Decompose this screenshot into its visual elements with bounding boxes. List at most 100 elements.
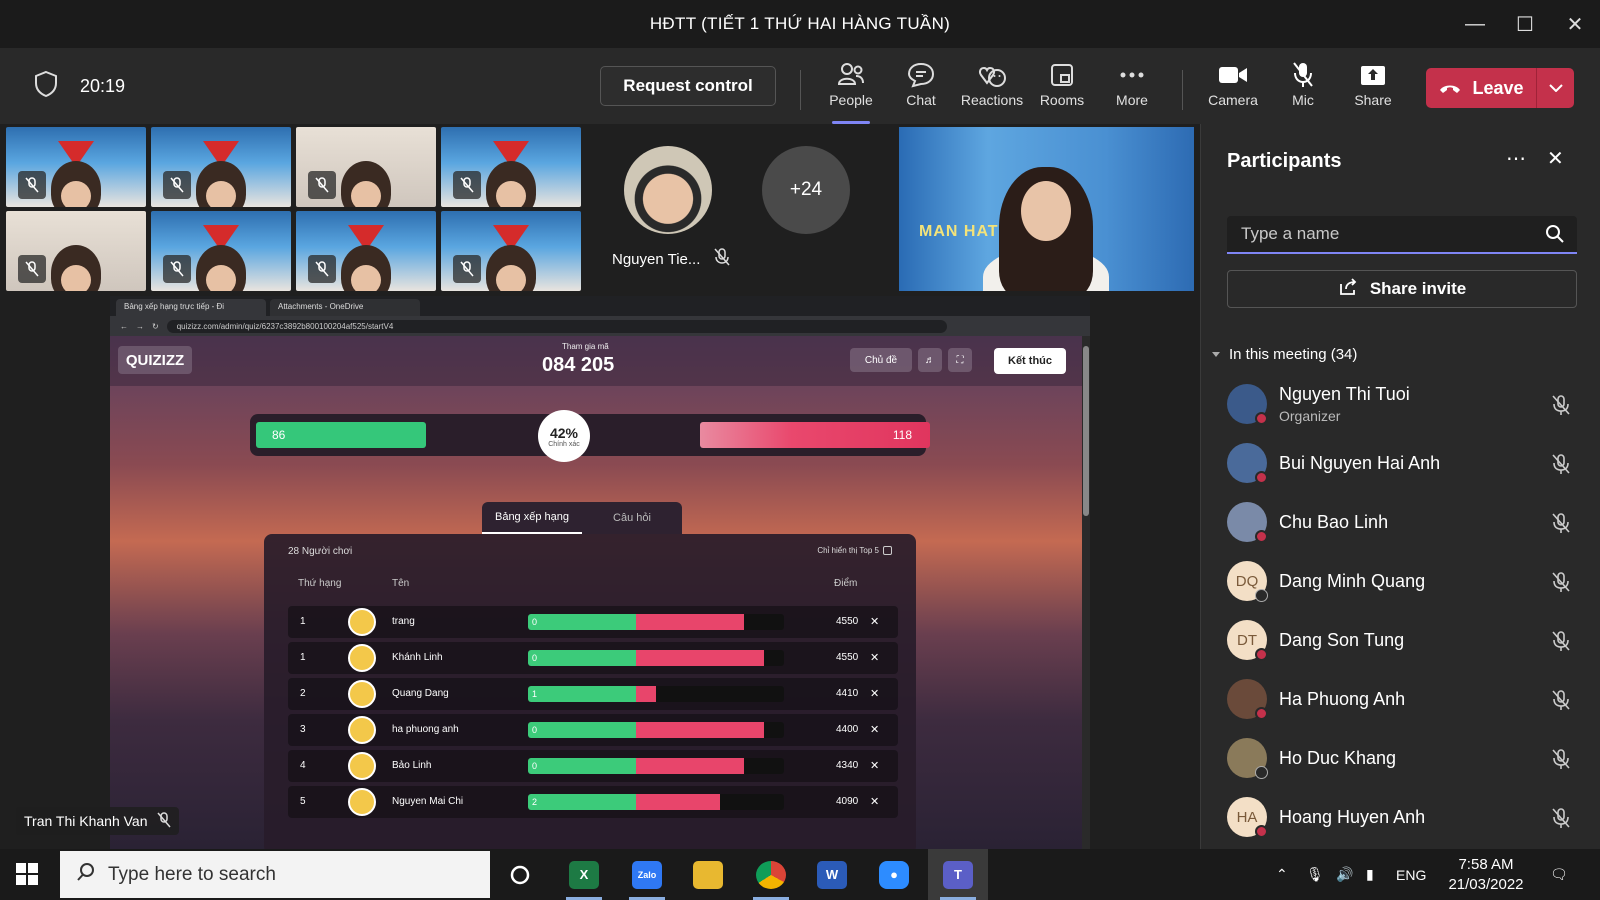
top5-toggle[interactable]: Chỉ hiển thị Top 5 bbox=[817, 546, 892, 555]
remove-player-icon[interactable]: ✕ bbox=[870, 651, 879, 664]
close-window-icon[interactable]: ✕ bbox=[1550, 0, 1600, 48]
in-meeting-section[interactable]: In this meeting (34) bbox=[1211, 346, 1357, 363]
taskbar-search[interactable] bbox=[60, 851, 490, 898]
participant-search[interactable] bbox=[1227, 216, 1577, 254]
close-icon[interactable]: ✕ bbox=[1547, 146, 1564, 171]
mic-button[interactable]: Mic bbox=[1270, 60, 1336, 116]
more-options-icon[interactable]: ⋯ bbox=[1506, 146, 1526, 171]
end-quiz-button[interactable]: Kết thúc bbox=[994, 348, 1066, 374]
theme-button[interactable]: Chủ đề bbox=[850, 348, 912, 372]
table-row[interactable]: 4 Bảo Linh 0 4340 ✕ bbox=[288, 750, 898, 782]
file-explorer-icon[interactable] bbox=[678, 849, 738, 900]
zoom-icon[interactable]: ● bbox=[864, 849, 924, 900]
table-row[interactable]: 2 Quang Dang 1 4410 ✕ bbox=[288, 678, 898, 710]
mic-off-icon bbox=[308, 255, 336, 283]
participant-item[interactable]: DT Dang Son Tung bbox=[1227, 612, 1577, 668]
forward-icon[interactable]: → bbox=[136, 322, 144, 331]
video-tile[interactable] bbox=[6, 211, 146, 291]
player-score: 4090 bbox=[836, 796, 859, 807]
video-tile[interactable] bbox=[6, 127, 146, 207]
volume-icon[interactable]: ♬ bbox=[918, 348, 942, 372]
participant-item[interactable]: Nguyen Thi Tuoi Organizer bbox=[1227, 376, 1577, 432]
player-progress-bar: 0 bbox=[528, 758, 784, 774]
request-control-button[interactable]: Request control bbox=[600, 66, 776, 106]
leave-main[interactable]: Leave bbox=[1426, 78, 1536, 99]
tab-leaderboard[interactable]: Bảng xếp hạng bbox=[482, 502, 582, 534]
tab-questions[interactable]: Câu hỏi bbox=[582, 502, 682, 534]
chrome-icon[interactable] bbox=[741, 849, 801, 900]
participant-item[interactable]: Bui Nguyen Hai Anh bbox=[1227, 435, 1577, 491]
reload-icon[interactable]: ↻ bbox=[152, 322, 159, 331]
participant-item[interactable]: Chu Bao Linh bbox=[1227, 494, 1577, 550]
remove-player-icon[interactable]: ✕ bbox=[870, 795, 879, 808]
fullscreen-icon[interactable]: ⛶ bbox=[948, 348, 972, 372]
remove-player-icon[interactable]: ✕ bbox=[870, 615, 879, 628]
reactions-button[interactable]: Reactions bbox=[959, 60, 1025, 116]
browser-tab[interactable]: Bảng xếp hạng trực tiếp - Đi bbox=[116, 299, 266, 316]
search-icon bbox=[76, 862, 96, 888]
participant-item[interactable]: DQ Dang Minh Quang bbox=[1227, 553, 1577, 609]
people-button[interactable]: People bbox=[818, 60, 884, 124]
table-row[interactable]: 3 ha phuong anh 0 4400 ✕ bbox=[288, 714, 898, 746]
camera-label: Camera bbox=[1208, 92, 1258, 108]
scroll-thumb[interactable] bbox=[1083, 346, 1089, 516]
word-icon[interactable]: W bbox=[802, 849, 862, 900]
teams-icon[interactable]: T bbox=[928, 849, 988, 900]
windows-start-icon[interactable] bbox=[16, 863, 38, 890]
microphone-tray-icon[interactable]: 🎙 bbox=[1306, 849, 1324, 900]
hangup-icon bbox=[1438, 78, 1462, 99]
participant-item[interactable]: Ho Duc Khang bbox=[1227, 730, 1577, 786]
video-tile[interactable] bbox=[151, 211, 291, 291]
checkbox-icon[interactable] bbox=[883, 546, 892, 555]
browser-scrollbar[interactable] bbox=[1082, 336, 1090, 849]
video-tile[interactable] bbox=[441, 211, 581, 291]
participant-item[interactable]: HA Hoang Huyen Anh bbox=[1227, 789, 1577, 845]
maximize-icon[interactable]: ☐ bbox=[1500, 0, 1550, 48]
volume-icon[interactable]: 🔊 bbox=[1336, 849, 1353, 900]
speaker-video[interactable]: MAN HAT ĐẢN ỤT bbox=[899, 127, 1194, 291]
incorrect-segment bbox=[636, 650, 764, 666]
url-field[interactable]: quizizz.com/admin/quiz/6237c3892b8001002… bbox=[166, 319, 947, 333]
cortana-icon[interactable] bbox=[490, 849, 550, 900]
minimize-icon[interactable]: — bbox=[1450, 0, 1500, 48]
video-tile[interactable] bbox=[296, 127, 436, 207]
remove-player-icon[interactable]: ✕ bbox=[870, 759, 879, 772]
more-button[interactable]: More bbox=[1099, 60, 1165, 116]
video-tile[interactable] bbox=[296, 211, 436, 291]
camera-button[interactable]: Camera bbox=[1200, 60, 1266, 116]
table-row[interactable]: 1 Khánh Linh 0 4550 ✕ bbox=[288, 642, 898, 674]
back-icon[interactable]: ← bbox=[120, 322, 128, 331]
shield-icon[interactable] bbox=[34, 70, 58, 103]
browser-tab[interactable]: Attachments - OneDrive bbox=[270, 299, 420, 316]
table-row[interactable]: 1 trang 0 4550 ✕ bbox=[288, 606, 898, 638]
zalo-icon[interactable]: Zalo bbox=[617, 849, 677, 900]
taskbar-search-input[interactable] bbox=[108, 863, 468, 886]
tray-chevron-icon[interactable]: ⌃ bbox=[1276, 849, 1288, 900]
share-button[interactable]: Share bbox=[1340, 60, 1406, 116]
excel-icon[interactable]: X bbox=[554, 849, 614, 900]
reactions-icon bbox=[977, 60, 1007, 90]
chat-button[interactable]: Chat bbox=[888, 60, 954, 116]
participant-item[interactable]: Ha Phuong Anh bbox=[1227, 671, 1577, 727]
mic-off-icon bbox=[18, 171, 46, 199]
system-clock[interactable]: 7:58 AM 21/03/2022 bbox=[1448, 855, 1524, 895]
rooms-button[interactable]: Rooms bbox=[1029, 60, 1095, 116]
search-input[interactable] bbox=[1227, 216, 1527, 252]
chevron-down-icon[interactable] bbox=[1536, 68, 1574, 108]
remove-player-icon[interactable]: ✕ bbox=[870, 723, 879, 736]
leaderboard-tabs: Bảng xếp hạng Câu hỏi bbox=[482, 502, 682, 534]
table-row[interactable]: 5 Nguyen Mai Chi 2 4090 ✕ bbox=[288, 786, 898, 818]
share-invite-button[interactable]: Share invite bbox=[1227, 270, 1577, 308]
battery-icon[interactable]: ▮ bbox=[1366, 849, 1374, 900]
avatar[interactable] bbox=[624, 146, 712, 234]
overflow-participants[interactable]: +24 bbox=[762, 146, 850, 234]
notification-icon[interactable]: 🗨 bbox=[1550, 849, 1568, 900]
remove-player-icon[interactable]: ✕ bbox=[870, 687, 879, 700]
language-indicator[interactable]: ENG bbox=[1396, 849, 1426, 900]
video-tile[interactable] bbox=[441, 127, 581, 207]
avatar bbox=[348, 644, 376, 672]
search-icon[interactable] bbox=[1545, 224, 1565, 249]
speaker-name-tag: Tran Thi Khanh Van bbox=[16, 807, 180, 835]
leave-button[interactable]: Leave bbox=[1426, 68, 1574, 108]
video-tile[interactable] bbox=[151, 127, 291, 207]
